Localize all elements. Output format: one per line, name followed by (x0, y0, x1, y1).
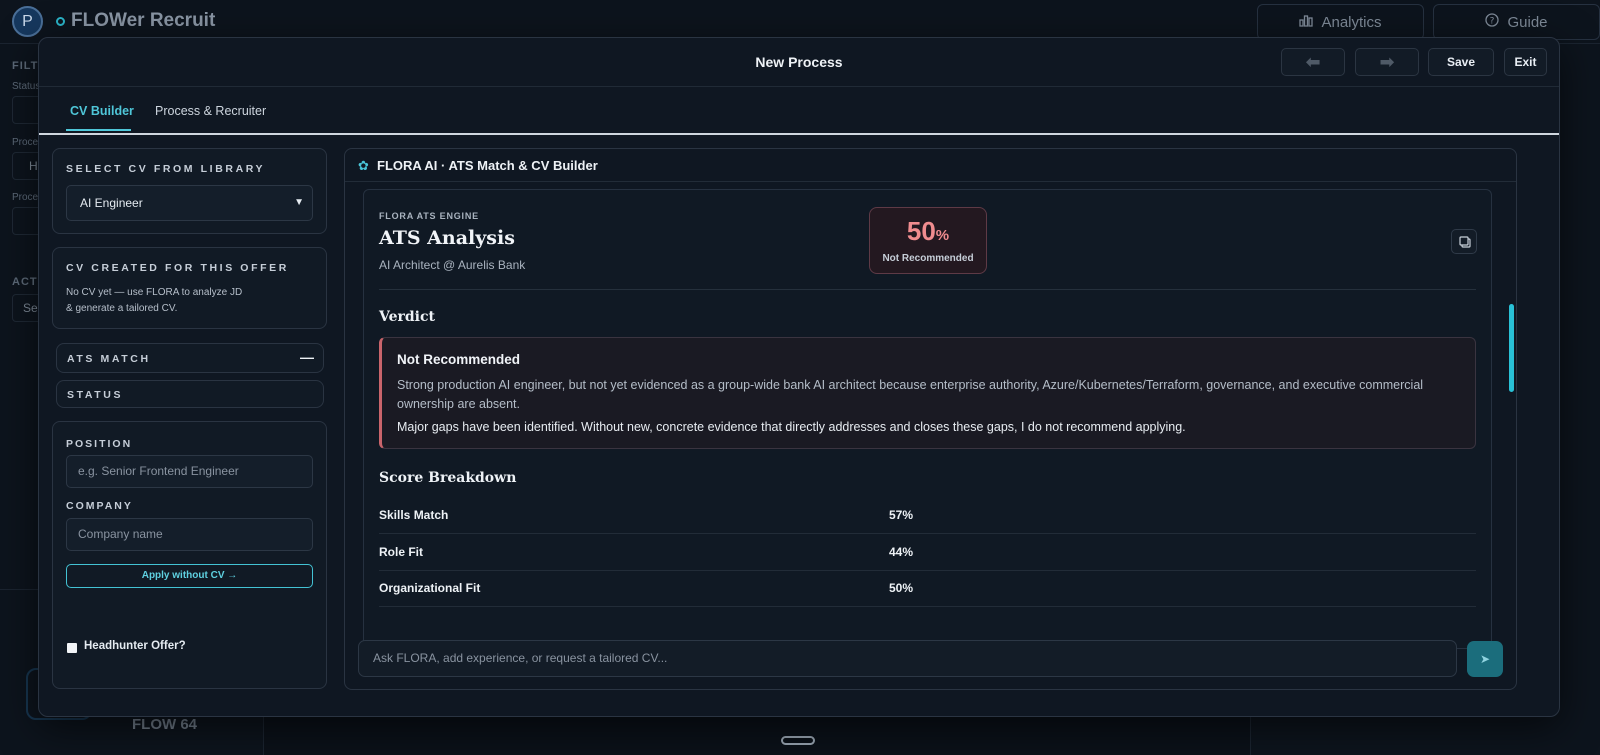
arrow-right-icon: ➡ (1379, 51, 1395, 72)
verdict-text: Strong production AI engineer, but not y… (397, 378, 1424, 411)
verdict-recommendation: Major gaps have been identified. Without… (397, 420, 1186, 434)
engine-label: FLORA ATS ENGINE (379, 211, 479, 221)
flora-panel: ✿ FLORA AI · ATS Match & CV Builder FLOR… (344, 148, 1517, 690)
svg-text:?: ? (1490, 17, 1495, 27)
ats-score-badge: 50% Not Recommended (869, 207, 987, 274)
arrow-left-icon: ⬅ (1305, 51, 1321, 72)
bar-chart-icon (1299, 13, 1314, 31)
breakdown-label: Skills Match (379, 508, 449, 522)
breakdown-label: Organizational Fit (379, 581, 481, 595)
save-button[interactable]: Save (1428, 48, 1494, 76)
cv-library-select[interactable]: AI Engineer ▼ (66, 185, 313, 221)
verdict-box: Not Recommended Strong production AI eng… (379, 337, 1476, 449)
flora-header: ✿ FLORA AI · ATS Match & CV Builder (345, 149, 1516, 182)
position-label: POSITION (66, 438, 133, 450)
breakdown-row: Role Fit 44% (379, 534, 1476, 571)
position-input[interactable]: e.g. Senior Frontend Engineer (66, 455, 313, 488)
brand-footer: FLOW 64 (132, 716, 198, 733)
flora-chat-input[interactable]: Ask FLORA, add experience, or request a … (358, 640, 1457, 677)
flower-icon: ✿ (358, 158, 369, 173)
cv-created-label: CV CREATED FOR THIS OFFER (66, 262, 289, 274)
previous-button[interactable]: ⬅ (1281, 48, 1345, 76)
cv-library-value: AI Engineer (80, 196, 143, 210)
cv-library-card: SELECT CV FROM LIBRARY AI Engineer ▼ (52, 148, 327, 234)
new-process-modal: New Process ⬅ ➡ Save Exit CV Builder Pro… (38, 37, 1560, 717)
exit-button[interactable]: Exit (1504, 48, 1547, 76)
status-dot-icon (56, 17, 65, 26)
cv-created-card: CV CREATED FOR THIS OFFER No CV yet — us… (52, 247, 327, 329)
verdict-heading: Verdict (379, 309, 435, 325)
app-title: FLOWer Recruit (71, 10, 216, 31)
breakdown-row: Skills Match 57% (379, 497, 1476, 534)
company-label: COMPANY (66, 500, 133, 512)
select-cv-label: SELECT CV FROM LIBRARY (66, 163, 266, 175)
active-tab-indicator (66, 129, 131, 131)
tab-cv-builder[interactable]: CV Builder (70, 104, 134, 118)
guide-label: Guide (1507, 13, 1548, 31)
headhunter-label: Headhunter Offer? (84, 640, 186, 652)
breakdown-label: Role Fit (379, 545, 423, 559)
help-circle-icon: ? (1485, 13, 1500, 31)
send-button[interactable]: ➤ (1467, 641, 1503, 677)
breakdown-value: 57% (889, 508, 914, 522)
analytics-button[interactable]: Analytics (1257, 4, 1424, 40)
modal-tabs: CV Builder Process & Recruiter (39, 87, 1559, 135)
process-filter-label: Proce (12, 137, 39, 148)
status-filter-label: Status (12, 81, 41, 92)
ats-match-label: ATS MATCH (67, 353, 151, 365)
cv-created-text: No CV yet — use FLORA to analyze JD (66, 287, 243, 298)
breakdown-value: 44% (889, 545, 914, 559)
ats-match-toggle[interactable]: ATS MATCH — (56, 343, 324, 373)
offer-details-card: POSITION e.g. Senior Frontend Engineer C… (52, 421, 327, 689)
verdict-title: Not Recommended (397, 352, 521, 367)
ats-score-unit: % (935, 227, 950, 244)
tab-process-recruiter[interactable]: Process & Recruiter (155, 104, 266, 118)
analytics-label: Analytics (1321, 13, 1382, 31)
breakdown-row: Organizational Fit 50% (379, 570, 1476, 607)
process-filter-2-label: Proce (12, 192, 39, 203)
apply-without-cv-button[interactable]: Apply without CV → (66, 564, 313, 588)
drag-handle-icon[interactable] (781, 736, 815, 745)
score-breakdown-heading: Score Breakdown (379, 470, 517, 486)
ats-analysis-title: ATS Analysis (379, 227, 515, 249)
chevron-down-icon: ▼ (294, 197, 304, 208)
ats-score: 50% (870, 216, 986, 247)
modal-header: New Process ⬅ ➡ Save Exit (39, 38, 1559, 87)
send-icon: ➤ (1479, 652, 1491, 666)
collapse-icon[interactable]: — (300, 349, 314, 365)
ats-analysis-card: FLORA ATS ENGINE ATS Analysis AI Archite… (363, 189, 1492, 649)
copy-button[interactable] (1451, 229, 1477, 254)
ats-score-value: 50 (906, 216, 936, 246)
copy-icon (1452, 236, 1478, 259)
divider (379, 289, 1476, 290)
scrollbar[interactable] (1509, 304, 1514, 392)
breakdown-value: 50% (889, 581, 914, 595)
company-input[interactable]: Company name (66, 518, 313, 551)
status-label: STATUS (67, 389, 124, 401)
ats-score-label: Not Recommended (882, 253, 974, 264)
status-section[interactable]: STATUS (56, 380, 324, 408)
guide-button[interactable]: ? Guide (1433, 4, 1600, 40)
job-subtitle: AI Architect @ Aurelis Bank (379, 258, 526, 272)
avatar[interactable]: P (12, 6, 43, 37)
next-button[interactable]: ➡ (1355, 48, 1419, 76)
headhunter-checkbox[interactable] (67, 643, 77, 653)
cv-created-text-2: & generate a tailored CV. (66, 303, 178, 314)
flora-title: FLORA AI · ATS Match & CV Builder (377, 158, 598, 173)
